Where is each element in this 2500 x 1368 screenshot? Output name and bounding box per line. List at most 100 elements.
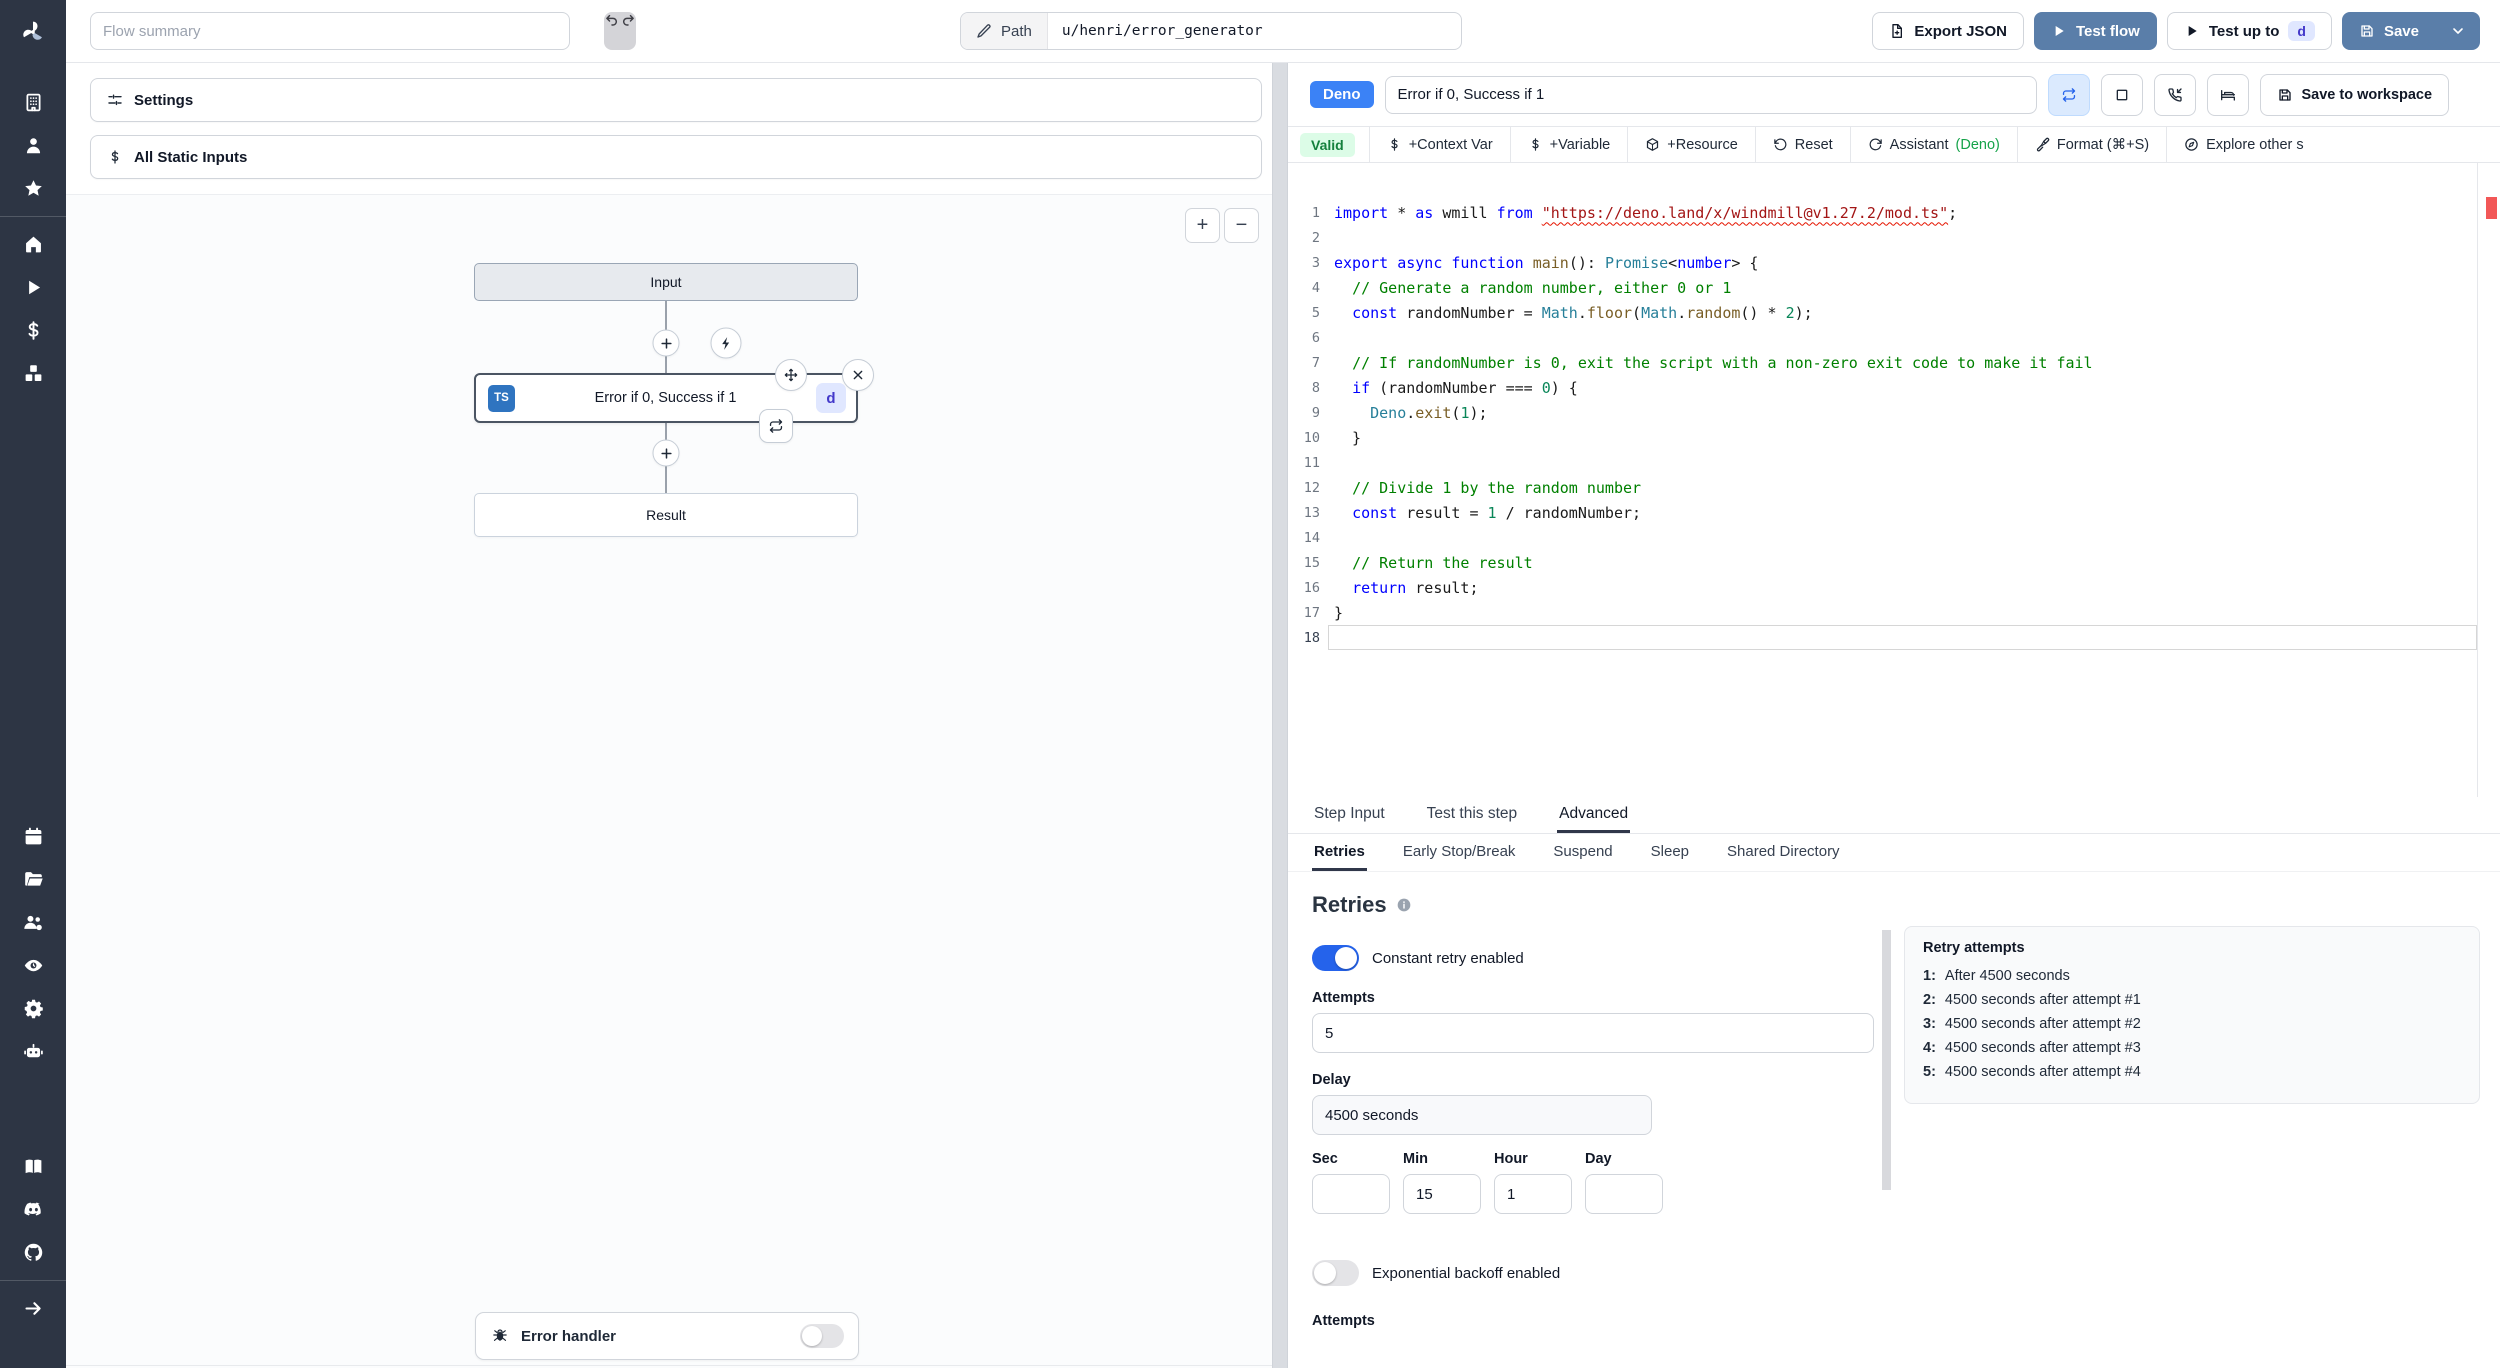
zoom-in-button[interactable]: +	[1185, 208, 1220, 243]
delay-sec-input[interactable]	[1312, 1174, 1390, 1214]
flow-canvas[interactable]: + − Input TS Error if 0, Success if 1 d …	[66, 194, 1272, 1368]
insert-step-button-top[interactable]	[652, 329, 680, 357]
code-editor[interactable]: 1 import * as wmill from "https://deno.la…	[1288, 163, 2500, 797]
save-to-workspace-button[interactable]: Save to workspace	[2259, 73, 2450, 116]
delay-min-input[interactable]	[1403, 1174, 1481, 1214]
editor-toolbar-explore-other-s-button[interactable]: Explore other s	[2166, 127, 2321, 162]
delay-hour-input[interactable]	[1494, 1174, 1572, 1214]
test-flow-button[interactable]: Test flow	[2033, 12, 2157, 50]
code-line-5[interactable]: 5 const randomNumber = Math.floor(Math.r…	[1288, 300, 2477, 325]
code-line-13[interactable]: 13 const result = 1 / randomNumber;	[1288, 500, 2477, 525]
sidebar-item-gear-icon[interactable]	[0, 987, 66, 1030]
export-json-button[interactable]: Export JSON	[1872, 12, 2024, 50]
code-line-17[interactable]: 17}	[1288, 600, 2477, 625]
editor-toolbar-format-s-button[interactable]: Format (⌘+S)	[2016, 127, 2166, 162]
sidebar-item-star-icon[interactable]	[0, 167, 66, 210]
sidebar-item-user-icon[interactable]	[0, 124, 66, 167]
early-stop-button[interactable]	[2100, 73, 2143, 116]
windmill-logo-icon[interactable]	[0, 0, 66, 63]
sleep-button[interactable]	[2206, 73, 2249, 116]
code-line-1[interactable]: 1 import * as wmill from "https://deno.la…	[1288, 200, 2477, 225]
sidebar-item-calendar-icon[interactable]	[0, 815, 66, 858]
sidebar-item-discord-icon[interactable]	[0, 1188, 66, 1231]
exponential-backoff-toggle[interactable]	[1312, 1260, 1359, 1286]
code-line-6[interactable]: 6	[1288, 325, 2477, 350]
editor-toolbar-assistant-button[interactable]: Assistant (Deno)	[1849, 127, 2017, 162]
code-line-4[interactable]: 4 // Generate a random number, either 0 …	[1288, 275, 2477, 300]
line-number: 15	[1303, 554, 1320, 571]
trigger-button[interactable]	[710, 327, 742, 359]
insert-step-button-bottom[interactable]	[652, 439, 680, 467]
info-icon[interactable]	[1396, 897, 1412, 913]
delay-day-input[interactable]	[1585, 1174, 1663, 1214]
sidebar-item-home-icon[interactable]	[0, 223, 66, 266]
retry-attempt-row: 3: 4500 seconds after attempt #2	[1923, 1016, 2141, 1032]
code-line-3[interactable]: 3 export async function main(): Promise<n…	[1288, 250, 2477, 275]
editor-toolbar-resource-button[interactable]: +Resource	[1627, 127, 1755, 162]
delay-min-field: Min	[1403, 1151, 1481, 1214]
sidebar-item-play-icon[interactable]	[0, 266, 66, 309]
code-line-14[interactable]: 14	[1288, 525, 2477, 550]
tab-step-input[interactable]: Step Input	[1312, 797, 1387, 833]
sidebar-item-book-icon[interactable]	[0, 1145, 66, 1188]
sidebar-item-folder-icon[interactable]	[0, 858, 66, 901]
test-up-to-button[interactable]: Test up to d	[2166, 12, 2332, 50]
editor-toolbar-context-var-button[interactable]: +Context Var	[1368, 127, 1510, 162]
code-line-10[interactable]: 10 }	[1288, 425, 2477, 450]
code-line-12[interactable]: 12 // Divide 1 by the random number	[1288, 475, 2477, 500]
sidebar-item-dollar-icon[interactable]	[0, 309, 66, 352]
error-handler-toggle[interactable]	[800, 1324, 844, 1348]
move-step-button[interactable]	[775, 359, 807, 391]
main-column: Path u/henri/error_generator Export JSON…	[66, 0, 2500, 1368]
code-line-11[interactable]: 11	[1288, 450, 2477, 475]
retry-indicator-button[interactable]	[759, 409, 793, 443]
editor-toolbar-reset-button[interactable]: Reset	[1754, 127, 1850, 162]
constant-retry-toggle[interactable]	[1312, 945, 1359, 971]
panel-resize-handle[interactable]	[1272, 63, 1288, 1368]
play-icon	[2051, 23, 2067, 39]
delay-input[interactable]	[1312, 1095, 1652, 1135]
tab-test-this-step[interactable]: Test this step	[1425, 797, 1519, 833]
undo-button[interactable]	[604, 12, 620, 28]
code-line-7[interactable]: 7 // If randomNumber is 0, exit the scri…	[1288, 350, 2477, 375]
code-line-2[interactable]: 2	[1288, 225, 2477, 250]
plus-icon	[658, 335, 674, 351]
error-handler-node[interactable]: Error handler	[475, 1312, 859, 1360]
save-menu-button[interactable]	[2436, 12, 2480, 50]
code-line-18[interactable]: 18	[1288, 625, 2477, 650]
suspend-button[interactable]	[2153, 73, 2196, 116]
code-line-16[interactable]: 16 return result;	[1288, 575, 2477, 600]
delete-step-button[interactable]	[842, 359, 874, 391]
rotate-ccw-icon	[1773, 137, 1788, 152]
flow-node-result[interactable]: Result	[474, 493, 858, 537]
sidebar-item-eye-icon[interactable]	[0, 944, 66, 987]
editor-toolbar-variable-button[interactable]: +Variable	[1509, 127, 1628, 162]
save-button[interactable]: Save	[2341, 12, 2436, 50]
sidebar-item-users-icon[interactable]	[0, 901, 66, 944]
subtab-sleep[interactable]: Sleep	[1649, 834, 1691, 871]
retry-settings-button[interactable]	[2047, 73, 2090, 116]
flow-settings-bar[interactable]: Settings	[90, 78, 1262, 122]
sidebar-item-arrow-right-icon[interactable]	[0, 1287, 66, 1330]
code-line-8[interactable]: 8 if (randomNumber === 0) {	[1288, 375, 2477, 400]
redo-button[interactable]	[620, 12, 636, 28]
zoom-out-button[interactable]: −	[1224, 208, 1259, 243]
code-line-15[interactable]: 15 // Return the result	[1288, 550, 2477, 575]
sidebar-item-github-icon[interactable]	[0, 1231, 66, 1274]
attempts-input[interactable]	[1312, 1013, 1874, 1053]
path-field[interactable]: Path u/henri/error_generator	[960, 12, 1462, 50]
all-static-inputs-bar[interactable]: All Static Inputs	[90, 135, 1262, 179]
code-line-9[interactable]: 9 Deno.exit(1);	[1288, 400, 2477, 425]
flow-node-input[interactable]: Input	[474, 263, 858, 301]
sidebar-item-building-icon[interactable]	[0, 81, 66, 124]
tab-advanced[interactable]: Advanced	[1557, 797, 1631, 833]
subtab-suspend[interactable]: Suspend	[1551, 834, 1614, 871]
step-name-input[interactable]	[1384, 75, 2037, 114]
retries-scrollbar[interactable]	[1882, 930, 1891, 1190]
subtab-shared-directory[interactable]: Shared Directory	[1725, 834, 1842, 871]
sidebar-item-bot-icon[interactable]	[0, 1030, 66, 1073]
subtab-early-stop-break[interactable]: Early Stop/Break	[1401, 834, 1518, 871]
sidebar-item-boxes-icon[interactable]	[0, 352, 66, 395]
subtab-retries[interactable]: Retries	[1312, 834, 1367, 871]
flow-summary-input[interactable]	[90, 12, 570, 50]
